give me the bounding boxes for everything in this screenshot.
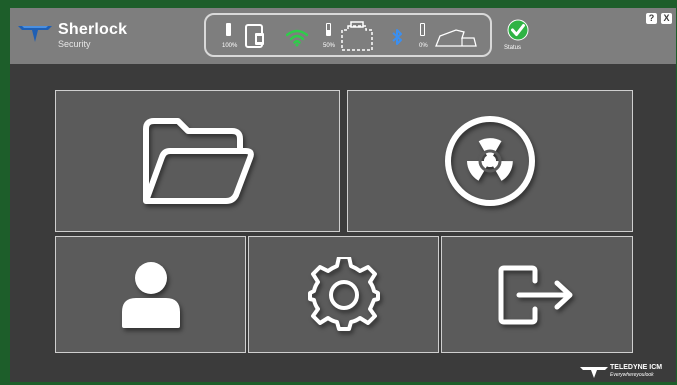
- status-indicator[interactable]: Status: [504, 19, 534, 55]
- brand-name: Sherlock: [58, 21, 128, 38]
- sensor-battery-percent: 0%: [419, 43, 428, 49]
- tablet-battery-percent: 100%: [222, 43, 238, 49]
- teledyne-logo-icon: [18, 26, 52, 42]
- folder-icon: [142, 118, 254, 204]
- footer-company: TELEDYNE ICM: [610, 364, 663, 371]
- scanner-battery-icon: [326, 23, 331, 36]
- sherlock-logo: Sherlock Security: [18, 20, 138, 54]
- close-button[interactable]: X: [661, 13, 672, 24]
- tablet-icon[interactable]: [244, 23, 266, 49]
- footer-tagline: Everywhereyoulook: [610, 372, 654, 378]
- scanner-icon[interactable]: [340, 20, 374, 52]
- status-label: Status: [504, 45, 522, 51]
- scan-tile[interactable]: [347, 90, 633, 232]
- check-icon: [507, 19, 529, 41]
- help-button[interactable]: ?: [646, 13, 657, 24]
- sensor-device-icon[interactable]: [434, 26, 478, 50]
- logout-tile[interactable]: [441, 236, 633, 353]
- files-tile[interactable]: [55, 90, 340, 232]
- device-status-panel: 100% 50% 0%: [204, 13, 492, 57]
- teledyne-footer-logo: TELEDYNE ICM Everywhereyoulook: [580, 364, 676, 380]
- teledyne-logo-icon: [580, 367, 608, 378]
- brand-subtitle: Security: [58, 39, 91, 49]
- settings-tile[interactable]: [248, 236, 439, 353]
- sensor-battery-icon: [420, 23, 425, 36]
- tablet-battery-icon: [226, 23, 231, 36]
- gear-icon: [307, 256, 380, 331]
- bluetooth-icon: [392, 29, 402, 45]
- user-tile[interactable]: [55, 236, 246, 353]
- user-icon: [121, 261, 180, 328]
- app-window: Sherlock Security 100% 50% 0% Status ? X…: [10, 8, 676, 382]
- top-bar: Sherlock Security 100% 50% 0% Status ? X: [10, 8, 676, 64]
- scanner-battery-percent: 50%: [323, 43, 336, 49]
- window-frame: Sherlock Security 100% 50% 0% Status ? X…: [0, 0, 677, 385]
- wifi-icon: [286, 29, 308, 47]
- logout-icon: [498, 265, 573, 324]
- radiation-icon: [445, 116, 535, 206]
